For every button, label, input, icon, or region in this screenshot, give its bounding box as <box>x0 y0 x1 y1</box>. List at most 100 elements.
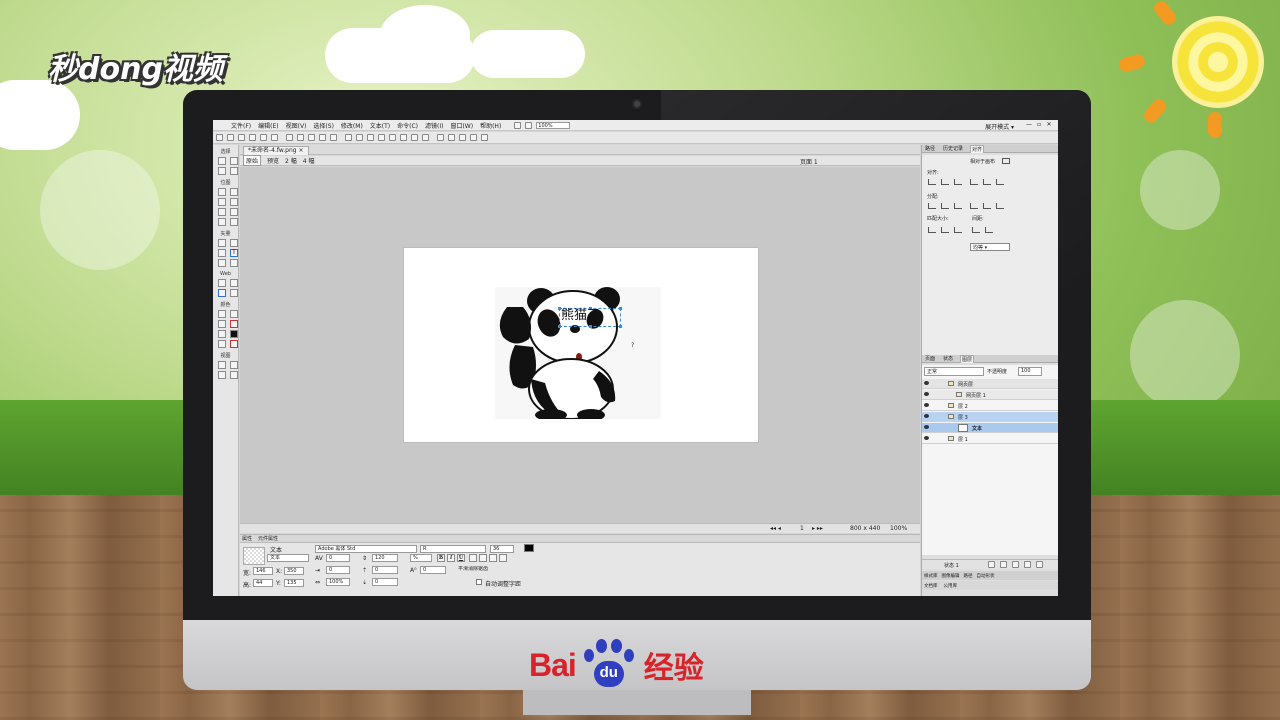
full-screen-icon[interactable] <box>230 361 238 369</box>
standard-screen-icon[interactable] <box>218 361 226 369</box>
horizontal-scale-field[interactable]: 100% <box>326 578 350 586</box>
knife-tool-icon[interactable] <box>230 259 238 267</box>
maximize-button[interactable]: ▫ <box>1034 121 1044 129</box>
menu-text[interactable]: 文本(T) <box>370 121 390 130</box>
flip-v-icon[interactable] <box>481 134 488 141</box>
distribute-right-icon[interactable] <box>996 203 1004 209</box>
tab-states[interactable]: 状态 <box>942 355 954 362</box>
antialias-select[interactable]: 平滑消除锯齿 <box>456 566 536 574</box>
font-style-select[interactable]: R <box>420 545 486 553</box>
opacity-field[interactable]: 100 <box>1018 367 1042 376</box>
align-left-icon[interactable] <box>469 554 477 562</box>
canvas-text-object[interactable]: 熊猫了 <box>561 304 600 323</box>
tab-image-edit[interactable]: 图像编辑 <box>942 573 960 579</box>
distribute-center-icon[interactable] <box>983 203 991 209</box>
workspace-mode[interactable]: 展开模式 ▾ <box>985 122 1014 131</box>
mask-icon[interactable] <box>1012 561 1019 568</box>
show-hotspots-icon[interactable] <box>218 289 226 297</box>
layer-row[interactable]: 网页层 1 <box>922 390 1058 400</box>
space-after-field[interactable]: 0 <box>372 578 398 586</box>
hotspot-tool-icon[interactable] <box>218 279 226 287</box>
no-stroke-icon[interactable] <box>230 320 238 328</box>
align-top-icon[interactable] <box>970 179 978 185</box>
align-right-edge-icon[interactable] <box>954 179 962 185</box>
brush-tool-icon[interactable] <box>230 198 238 206</box>
zoom-tool-icon[interactable] <box>230 371 238 379</box>
height-field[interactable]: 44 <box>253 579 273 587</box>
slice-tool-icon[interactable] <box>230 279 238 287</box>
rotate-ccw-icon[interactable] <box>448 134 455 141</box>
tab-layers[interactable]: 图层 <box>960 354 975 363</box>
tab-document-library[interactable]: 文档库 <box>924 583 938 589</box>
menu-view[interactable]: 视图(V) <box>286 121 307 130</box>
swap-colors-icon[interactable] <box>230 330 238 338</box>
save-icon[interactable] <box>238 134 245 141</box>
lasso-tool-icon[interactable] <box>230 188 238 196</box>
text-color-swatch[interactable] <box>524 544 534 552</box>
object-row-selected[interactable]: 文本 <box>922 423 1058 433</box>
space-h-icon[interactable] <box>985 227 993 233</box>
new-layer-icon[interactable] <box>988 561 995 568</box>
join-icon[interactable] <box>367 134 374 141</box>
leading-field[interactable]: 120 <box>372 554 398 562</box>
underline-button[interactable]: U <box>457 554 465 562</box>
tab-pages[interactable]: 页面 <box>924 355 936 362</box>
subselect-tool-icon[interactable] <box>230 157 238 165</box>
align-center-icon[interactable] <box>479 554 487 562</box>
export-icon[interactable] <box>260 134 267 141</box>
object-name-field[interactable]: 文本 <box>267 554 309 562</box>
view-2up[interactable]: 2 幅 <box>285 156 297 165</box>
baseline-shift-field[interactable]: 0 <box>420 566 446 574</box>
menu-window[interactable]: 窗口(W) <box>450 121 473 130</box>
frame-controls-next[interactable]: ▸ ▸▸ <box>812 525 823 532</box>
tab-align[interactable]: 对齐 <box>970 144 985 153</box>
freeform-tool-icon[interactable] <box>218 259 226 267</box>
menu-modify[interactable]: 修改(M) <box>341 121 363 130</box>
distribute-bottom-icon[interactable] <box>954 203 962 209</box>
tab-styles[interactable]: 样式库 <box>924 573 938 579</box>
magic-wand-tool-icon[interactable] <box>218 198 226 206</box>
view-original[interactable]: 原始 <box>243 155 262 166</box>
paste-icon[interactable] <box>330 134 337 141</box>
match-both-icon[interactable] <box>954 227 962 233</box>
copy-icon[interactable] <box>319 134 326 141</box>
bring-forward-icon[interactable] <box>400 134 407 141</box>
layer-row[interactable]: 层 2 <box>922 401 1058 411</box>
blur-tool-icon[interactable] <box>218 218 226 226</box>
shape-tool-icon[interactable] <box>218 249 226 257</box>
indent-field[interactable]: 0 <box>326 566 350 574</box>
crop-tool-icon[interactable] <box>230 167 238 175</box>
stamp-tool-icon[interactable] <box>230 218 238 226</box>
new-icon[interactable] <box>216 134 223 141</box>
width-field[interactable]: 146 <box>253 567 273 575</box>
bucket-tool-icon[interactable] <box>230 310 238 318</box>
rotate-cw-icon[interactable] <box>459 134 466 141</box>
layer-row[interactable]: 网页层 <box>922 379 1058 389</box>
line-tool-icon[interactable] <box>218 239 226 247</box>
document-canvas[interactable]: 熊猫了 ? <box>404 248 758 442</box>
tab-paths[interactable]: 路径 <box>924 145 936 152</box>
pointer-tool-icon[interactable] <box>218 157 226 165</box>
canvas-toggle-icon[interactable] <box>1002 158 1010 164</box>
tab-common-library[interactable]: 公用库 <box>944 583 958 589</box>
tab-properties[interactable]: 属性 <box>242 535 252 542</box>
text-tool-icon[interactable]: T <box>230 249 238 257</box>
eye-icon[interactable] <box>924 403 929 407</box>
tab-path[interactable]: 路径 <box>964 573 973 579</box>
leading-unit-select[interactable]: % <box>410 554 432 562</box>
scale-tool-icon[interactable] <box>218 167 226 175</box>
fill-color-icon[interactable] <box>218 330 226 338</box>
print-icon[interactable] <box>271 134 278 141</box>
font-size-field[interactable]: 36 <box>490 545 514 553</box>
send-backward-icon[interactable] <box>411 134 418 141</box>
status-zoom[interactable]: 100% <box>890 525 907 532</box>
open-icon[interactable] <box>227 134 234 141</box>
spacing-select[interactable]: 均等 ▾ <box>970 243 1010 251</box>
no-fill-icon[interactable] <box>230 340 238 348</box>
eye-icon[interactable] <box>924 392 929 396</box>
eye-icon[interactable] <box>924 381 929 385</box>
font-family-select[interactable]: Adobe 黑体 Std <box>315 545 417 553</box>
view-4up[interactable]: 4 幅 <box>303 156 315 165</box>
match-height-icon[interactable] <box>941 227 949 233</box>
distribute-left-icon[interactable] <box>970 203 978 209</box>
